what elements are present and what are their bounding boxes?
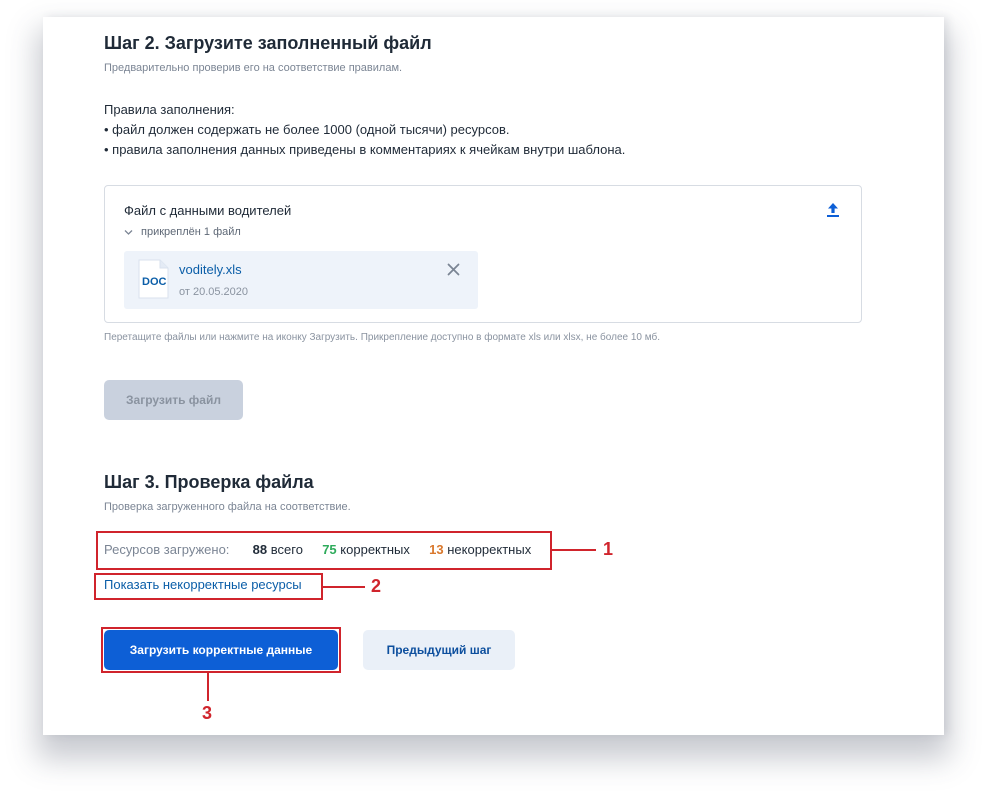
annotation-box-2 xyxy=(94,573,323,600)
step3-title: Шаг 3. Проверка файла xyxy=(104,472,314,492)
annotation-number-3: 3 xyxy=(202,703,213,723)
file-type-label: DOC xyxy=(142,276,167,288)
step3-subtitle: Проверка загруженного файла на соответст… xyxy=(104,501,351,513)
annotation-line-1 xyxy=(552,549,596,551)
upload-hint: Перетащите файлы или нажмите на иконку З… xyxy=(104,332,661,343)
file-name-link[interactable]: voditely.xls xyxy=(179,262,242,277)
annotation-box-1 xyxy=(96,531,552,570)
rules-block: Правила заполнения: • файл должен содерж… xyxy=(104,100,625,160)
annotation-line-3 xyxy=(207,673,209,701)
step2-subtitle: Предварительно проверив его на соответст… xyxy=(104,62,403,74)
rule-item: • правила заполнения данных приведены в … xyxy=(104,142,626,157)
attached-file-card xyxy=(124,251,478,309)
rules-heading: Правила заполнения: xyxy=(104,102,235,117)
upload-label: Файл с данными водителей xyxy=(124,203,292,218)
annotation-number-1: 1 xyxy=(603,539,614,559)
annotation-box-3 xyxy=(101,627,341,673)
step2-title: Шаг 2. Загрузите заполненный файл xyxy=(104,33,432,53)
rule-item: • файл должен содержать не более 1000 (о… xyxy=(104,122,510,137)
annotation-line-2 xyxy=(323,586,365,588)
annotation-number-2: 2 xyxy=(371,576,382,596)
previous-step-button[interactable]: Предыдущий шаг xyxy=(363,630,515,670)
attached-files-toggle[interactable]: прикреплён 1 файл xyxy=(124,226,241,238)
file-date: от 20.05.2020 xyxy=(179,286,249,298)
upload-icon[interactable] xyxy=(826,202,840,218)
chevron-down-icon xyxy=(124,229,133,235)
remove-file-icon[interactable] xyxy=(447,263,460,276)
upload-file-button[interactable]: Загрузить файл xyxy=(104,380,243,420)
attached-files-count: прикреплён 1 файл xyxy=(141,226,241,238)
